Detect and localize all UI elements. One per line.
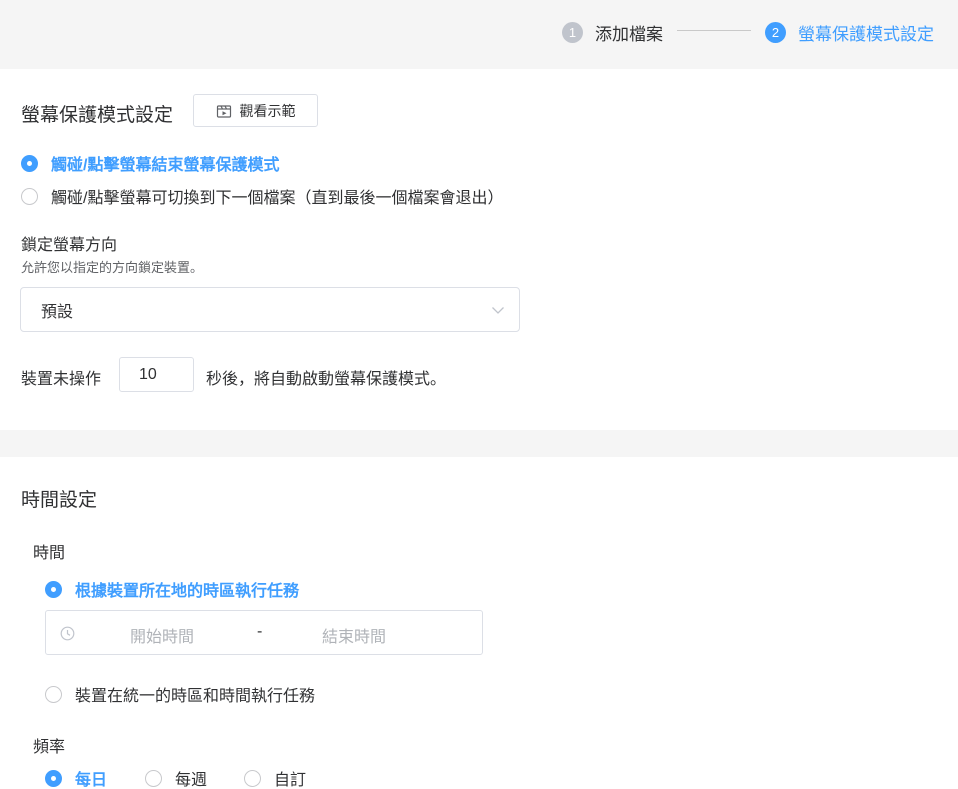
orientation-selected-value: 預設 [41,303,74,321]
radio-device-timezone[interactable]: 根據裝置所在地的時區執行任務 [45,577,299,601]
radio-custom[interactable]: 自訂 [244,766,306,789]
start-time-placeholder: 開始時間 [130,629,195,646]
time-range-picker[interactable]: 開始時間 - 結束時間 [45,610,483,655]
step-number: 1 [562,22,583,43]
idle-prefix-label: 裝置未操作 [21,371,102,388]
radio-circle [45,580,62,598]
step-add-files: 1 添加檔案 [562,20,663,45]
watch-demo-button[interactable]: 觀看示範 [193,94,318,127]
radio-touch-exit[interactable]: 觸碰/點擊螢幕結束螢幕保護模式 [21,151,279,175]
step-label: 螢幕保護模式設定 [798,25,934,44]
watch-demo-label: 觀看示範 [239,102,296,119]
radio-daily[interactable]: 每日 [45,766,107,789]
range-separator: - [257,623,263,640]
radio-circle [45,685,62,703]
radio-label: 自訂 [274,772,307,789]
radio-label: 觸碰/點擊螢幕結束螢幕保護模式 [51,157,280,174]
radio-weekly[interactable]: 每週 [145,766,207,789]
radio-label: 根據裝置所在地的時區執行任務 [75,583,300,600]
section-divider [0,430,958,457]
radio-circle [21,187,38,205]
radio-label: 裝置在統一的時區和時間執行任務 [75,688,316,705]
frequency-label: 頻率 [33,739,66,756]
radio-label: 每日 [75,772,108,789]
time-settings-title: 時間設定 [21,490,98,511]
section-title: 螢幕保護模式設定 [21,105,174,126]
lock-orientation-subtitle: 允許您以指定的方向鎖定裝置。 [21,260,204,275]
radio-touch-next-file[interactable]: 觸碰/點擊螢幕可切換到下一個檔案（直到最後一個檔案會退出） [21,184,503,208]
idle-suffix-label: 秒後，將自動啟動螢幕保護模式。 [206,371,447,388]
time-label: 時間 [33,545,66,562]
orientation-select[interactable]: 預設 [20,287,520,332]
step-screensaver-settings: 2 螢幕保護模式設定 [765,20,934,45]
radio-label: 每週 [175,772,208,789]
radio-circle [45,769,62,787]
end-time-placeholder: 結束時間 [322,629,387,646]
radio-circle [21,154,38,172]
lock-orientation-title: 鎖定螢幕方向 [21,237,118,254]
radio-unified-timezone[interactable]: 裝置在統一的時區和時間執行任務 [45,682,315,706]
step-connector [677,30,751,31]
radio-label: 觸碰/點擊螢幕可切換到下一個檔案（直到最後一個檔案會退出） [51,190,504,207]
chevron-down-icon [492,307,504,314]
step-label: 添加檔案 [595,25,663,44]
radio-circle [145,769,162,787]
radio-circle [244,769,261,787]
clock-icon [60,626,75,641]
step-number: 2 [765,22,786,43]
video-clip-icon [216,104,231,118]
idle-seconds-input[interactable] [119,357,194,392]
